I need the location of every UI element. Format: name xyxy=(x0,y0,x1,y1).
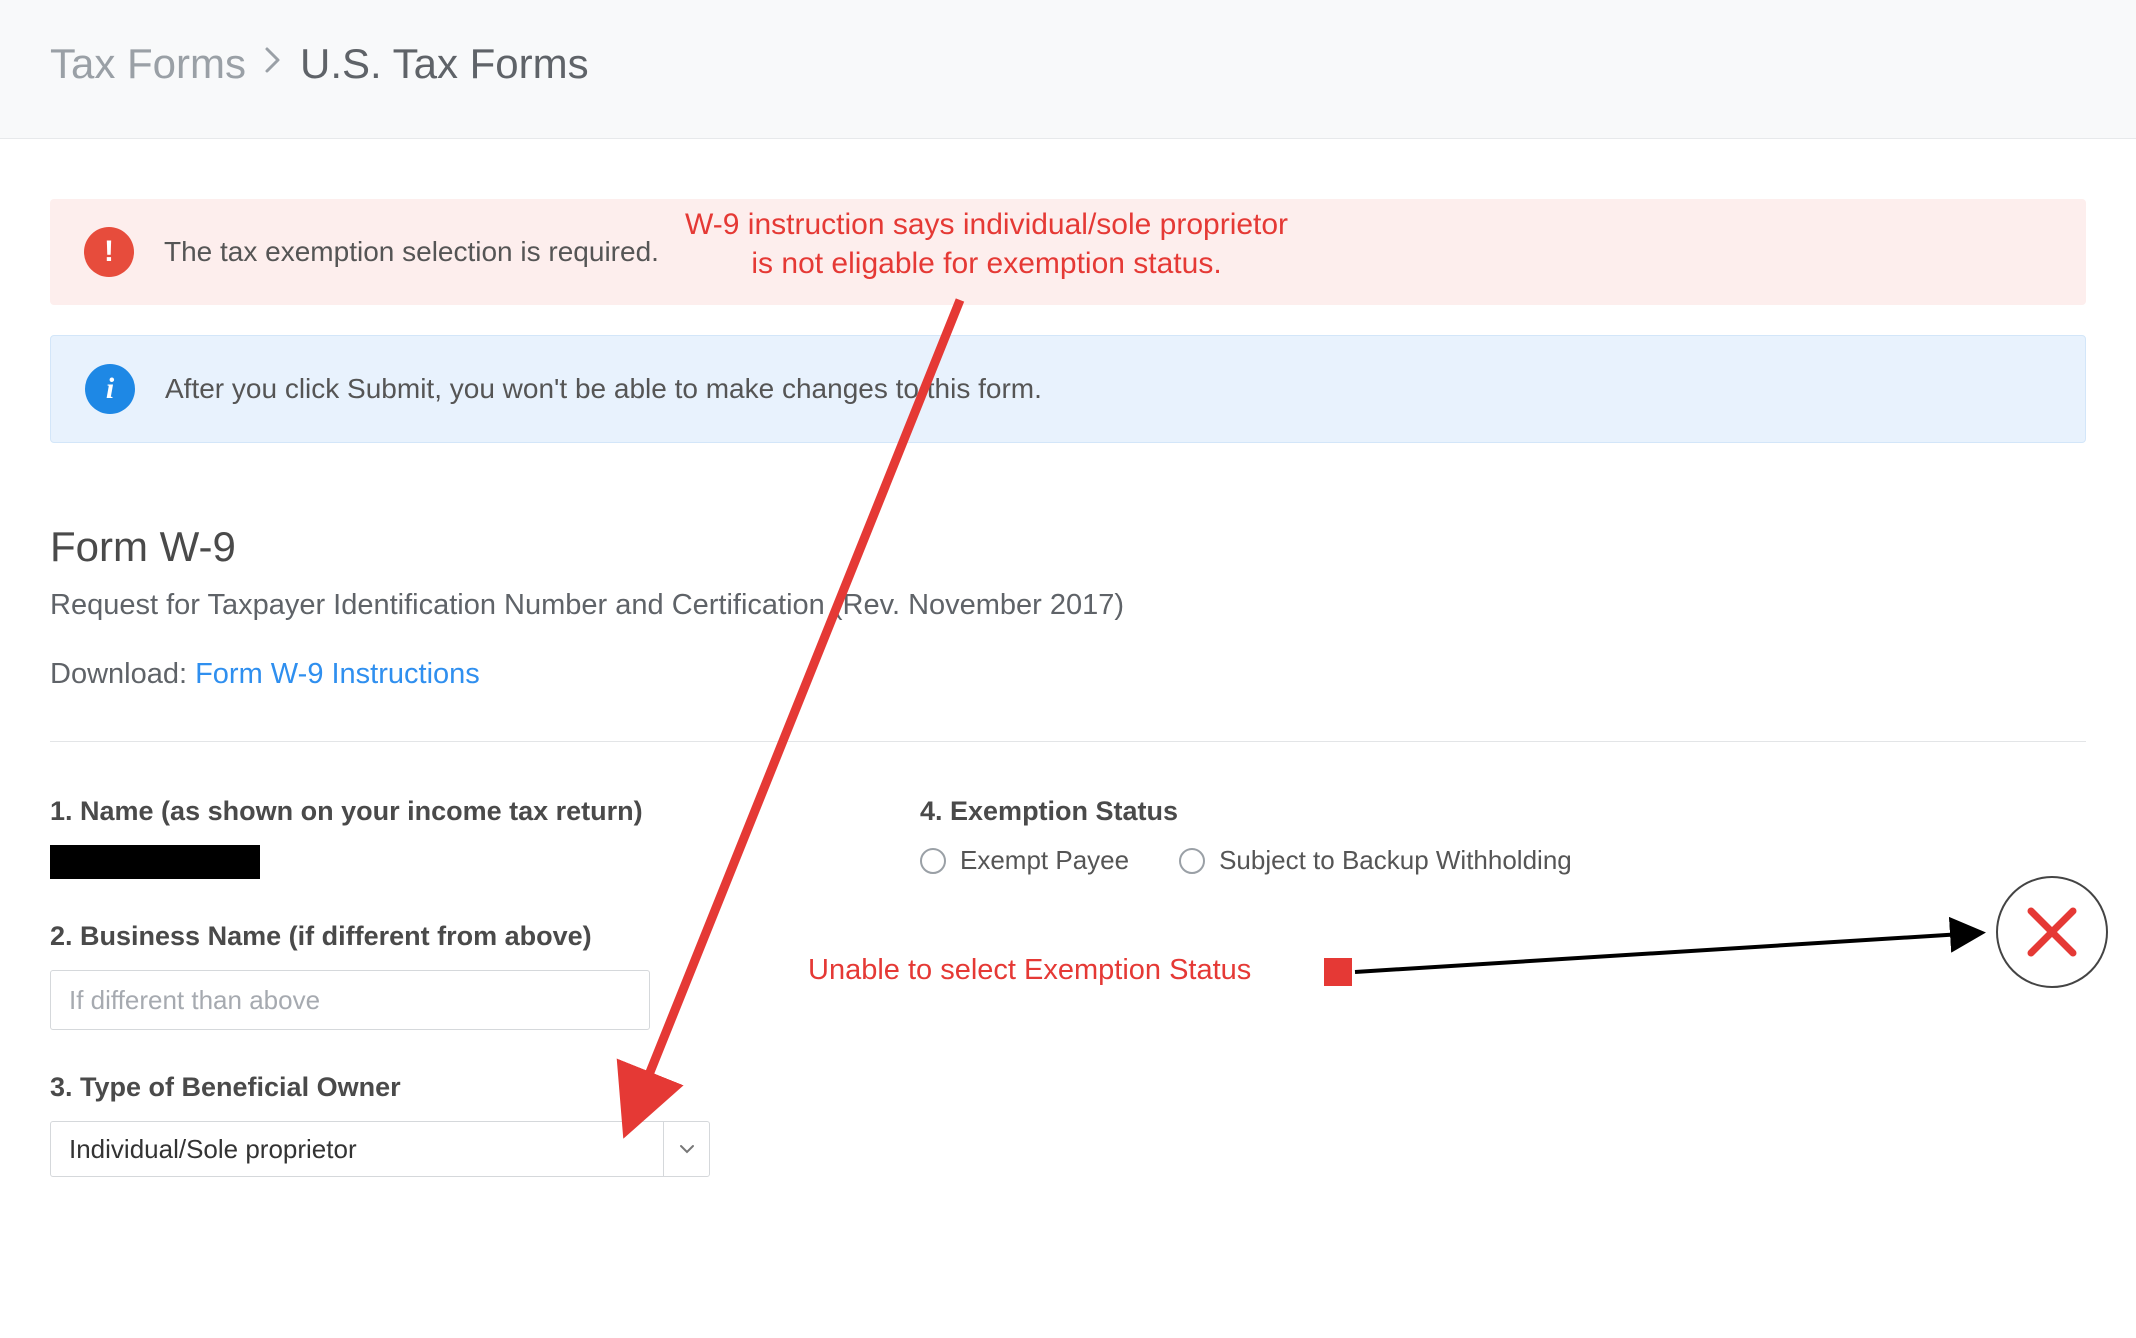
form-subtitle: Request for Taxpayer Identification Numb… xyxy=(50,589,2086,622)
annotation-top: W-9 instruction says individual/sole pro… xyxy=(685,205,1288,283)
radio-backup-withholding-label: Subject to Backup Withholding xyxy=(1219,845,1572,876)
info-icon: i xyxy=(85,364,135,414)
form-title: Form W-9 xyxy=(50,523,2086,571)
download-link[interactable]: Form W-9 Instructions xyxy=(195,658,480,690)
annotation-top-line1: W-9 instruction says individual/sole pro… xyxy=(685,208,1288,241)
name-label: 1. Name (as shown on your income tax ret… xyxy=(50,796,710,827)
radio-icon xyxy=(1179,848,1205,874)
radio-exempt-payee-label: Exempt Payee xyxy=(960,845,1129,876)
radio-icon xyxy=(920,848,946,874)
exemption-status-label: 4. Exemption Status xyxy=(920,796,1820,827)
breadcrumb: Tax Forms U.S. Tax Forms xyxy=(50,40,2086,88)
divider xyxy=(50,741,2086,742)
name-value-redacted xyxy=(50,845,260,879)
field-business-name: 2. Business Name (if different from abov… xyxy=(50,921,710,1030)
form-grid: 1. Name (as shown on your income tax ret… xyxy=(50,796,2086,1219)
business-name-label: 2. Business Name (if different from abov… xyxy=(50,921,710,952)
form-header: Form W-9 Request for Taxpayer Identifica… xyxy=(50,523,2086,691)
field-name: 1. Name (as shown on your income tax ret… xyxy=(50,796,710,879)
breadcrumb-current: U.S. Tax Forms xyxy=(300,40,589,88)
alert-info-text: After you click Submit, you won't be abl… xyxy=(165,373,1042,405)
annotation-mid: Unable to select Exemption Status xyxy=(808,954,1251,987)
chevron-right-icon xyxy=(264,46,282,82)
breadcrumb-root[interactable]: Tax Forms xyxy=(50,40,246,88)
owner-type-select[interactable]: Individual/Sole proprietor xyxy=(50,1121,710,1177)
field-exemption-status: 4. Exemption Status Exempt Payee Subject… xyxy=(920,796,1820,876)
exclamation-icon: ! xyxy=(84,227,134,277)
alert-info: i After you click Submit, you won't be a… xyxy=(50,335,2086,443)
chevron-down-icon xyxy=(663,1122,709,1176)
field-owner-type: 3. Type of Beneficial Owner Individual/S… xyxy=(50,1072,710,1177)
radio-backup-withholding[interactable]: Subject to Backup Withholding xyxy=(1179,845,1572,876)
download-label: Download: xyxy=(50,658,195,690)
owner-type-label: 3. Type of Beneficial Owner xyxy=(50,1072,710,1103)
owner-type-value: Individual/Sole proprietor xyxy=(51,1122,663,1176)
x-circle-icon xyxy=(1996,876,2108,988)
download-row: Download: Form W-9 Instructions xyxy=(50,658,2086,691)
radio-exempt-payee[interactable]: Exempt Payee xyxy=(920,845,1129,876)
annotation-square xyxy=(1324,958,1352,986)
annotation-top-line2: is not eligable for exemption status. xyxy=(751,247,1221,280)
alert-error-text: The tax exemption selection is required. xyxy=(164,236,659,268)
breadcrumb-bar: Tax Forms U.S. Tax Forms xyxy=(0,0,2136,139)
business-name-input[interactable] xyxy=(50,970,650,1030)
